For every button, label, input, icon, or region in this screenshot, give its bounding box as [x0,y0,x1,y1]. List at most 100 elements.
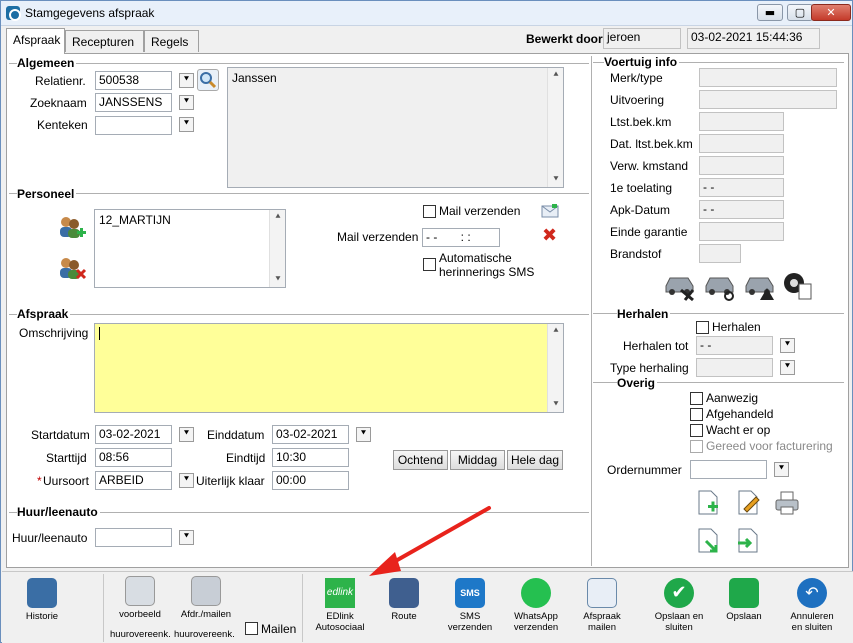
startdatum-dropdown-icon[interactable]: ⯆ [179,427,194,442]
ochtend-button[interactable]: Ochtend [393,450,448,470]
omschrijving-scrollbar[interactable]: ⯅ ⯆ [547,324,563,412]
huurovereenk-label-2: huurovereenk. [174,629,235,640]
tab-recepturen[interactable]: Recepturen [65,30,144,52]
whatsapp-verzenden-button[interactable]: WhatsApp verzenden [505,578,567,633]
zoeknaam-label: Zoeknaam [30,96,87,110]
aanwezig-checkbox[interactable] [690,392,703,405]
middag-button[interactable]: Middag [450,450,505,470]
opslaan-button[interactable]: Opslaan [715,578,773,622]
mail-datetime-field[interactable]: - - : : [422,228,500,247]
new-document-icon[interactable] [696,489,722,517]
auto-sms-checkbox[interactable] [423,258,436,271]
car-key-icon[interactable] [703,268,737,302]
uursoort-label: Uursoort [43,474,90,488]
mailen-checkbox[interactable] [245,622,258,635]
huur-field[interactable] [95,528,172,547]
kenteken-dropdown-icon[interactable]: ⯆ [179,117,194,132]
herhalen-checkbox[interactable] [696,321,709,334]
annuleren-en-sluiten-button[interactable]: ↶ Annuleren en sluiten [780,578,844,633]
eindtijd-field[interactable]: 10:30 [272,448,349,467]
save-disk-icon [729,578,759,608]
close-button[interactable]: ✕ [811,4,851,21]
tab-regels[interactable]: Regels [144,30,199,52]
printer-icon[interactable] [773,489,801,517]
historie-button[interactable]: Historie [12,578,72,622]
einddatum-field[interactable]: 03-02-2021 [272,425,349,444]
application-window: Stamgegevens afspraak ▬ ▢ ✕ Afspraak Rec… [0,0,853,643]
employee-list-scrollbar[interactable]: ⯅ ⯆ [269,210,285,287]
huur-section-title: Huur/leenauto [17,505,100,519]
edit-document-icon[interactable] [736,489,762,517]
omschrijving-label: Omschrijving [19,326,89,340]
uiterlijk-klaar-field[interactable]: 00:00 [272,471,349,490]
afspraak-mailen-button[interactable]: Afspraak mailen [572,578,632,633]
relation-memo[interactable]: Janssen ⯅ ⯆ [227,67,564,188]
route-label: Route [391,611,417,622]
tab-afspraak[interactable]: Afspraak [6,28,65,54]
edlink-autosociaal-button[interactable]: edlink EDlink Autosociaal [310,578,370,633]
afgehandeld-checkbox[interactable] [690,408,703,421]
ordernummer-dropdown-icon[interactable]: ⯆ [774,462,789,477]
dat-ltst-bek-km-field [699,134,784,153]
remove-employee-icon[interactable] [57,256,87,282]
startdatum-field[interactable]: 03-02-2021 [95,425,172,444]
omschrijving-field[interactable]: ⯅ ⯆ [94,323,564,413]
voorbeeld-label: voorbeeld [119,609,161,620]
sms-verzenden-button[interactable]: SMS SMS verzenden [440,578,500,633]
afspraak-divider [9,314,589,315]
edited-by-label: Bewerkt door [526,32,603,46]
einde-garantie-label: Einde garantie [610,225,688,239]
tire-document-icon[interactable] [781,268,815,302]
car-warning-icon[interactable] [743,268,777,302]
column-divider [591,56,592,566]
add-employee-icon[interactable] [57,215,87,241]
afdr-mailen-button[interactable]: Afdr./mailen [175,576,237,620]
zoeknaam-field[interactable]: JANSSENS [95,93,172,112]
employee-list[interactable]: 12_MARTIJN ⯅ ⯆ [94,209,286,288]
search-icon[interactable] [197,69,219,91]
uursoort-dropdown-icon[interactable]: ⯆ [179,473,194,488]
ltst-bek-km-label: Ltst.bek.km [610,115,672,129]
printer-toolbar-icon [191,576,221,606]
clear-mail-icon[interactable]: ✖ [542,227,558,245]
document-import-icon[interactable] [736,527,762,555]
employee-item[interactable]: 12_MARTIJN [99,213,171,227]
merk-type-label: Merk/type [610,71,663,85]
car-repair-icon[interactable] [663,268,697,302]
1e-toelating-label: 1e toelating [610,181,673,195]
opslaan-en-sluiten-button[interactable]: ✔ Opslaan en sluiten [648,578,710,633]
relatienr-dropdown-icon[interactable]: ⯆ [179,73,194,88]
einddatum-dropdown-icon[interactable]: ⯆ [356,427,371,442]
mail-verzenden-label: Mail verzenden [337,230,419,244]
annuleren-label-1: Annuleren [790,611,834,622]
huur-dropdown-icon[interactable]: ⯆ [179,530,194,545]
document-arrow-icon[interactable] [696,527,722,555]
type-herhaling-dropdown-icon[interactable]: ⯆ [780,360,795,375]
type-herhaling-field[interactable] [696,358,773,377]
relatienr-field[interactable]: 500538 [95,71,172,90]
maximize-button[interactable]: ▢ [787,4,813,21]
voorbeeld-button[interactable]: voorbeeld [112,576,168,620]
opslaan-sluiten-label-2: sluiten [665,622,693,633]
memo-scrollbar[interactable]: ⯅ ⯆ [547,68,563,187]
uursoort-field[interactable]: ARBEID [95,471,172,490]
mail-icon[interactable] [541,203,559,219]
ordernummer-field[interactable] [690,460,767,479]
kenteken-field[interactable] [95,116,172,135]
huurovereenk-label-1: huurovereenk. [110,629,171,640]
gereed-checkbox[interactable] [690,440,703,453]
mail-verzenden-checkbox[interactable] [423,205,436,218]
minimize-button[interactable]: ▬ [757,4,783,21]
route-road-icon [389,578,419,608]
zoeknaam-dropdown-icon[interactable]: ⯆ [179,95,194,110]
wacht-er-op-checkbox[interactable] [690,424,703,437]
auto-sms-label: Automatische herinnerings SMS [439,251,535,279]
herhalen-tot-field[interactable]: - - [696,336,773,355]
afspraak-section-title: Afspraak [17,307,71,321]
eindtijd-label: Eindtijd [226,451,266,465]
hele-dag-button[interactable]: Hele dag [507,450,563,470]
starttijd-field[interactable]: 08:56 [95,448,172,467]
voertuig-section-title: Voertuig info [604,55,680,69]
herhalen-tot-dropdown-icon[interactable]: ⯆ [780,338,795,353]
route-button[interactable]: Route [375,578,433,622]
